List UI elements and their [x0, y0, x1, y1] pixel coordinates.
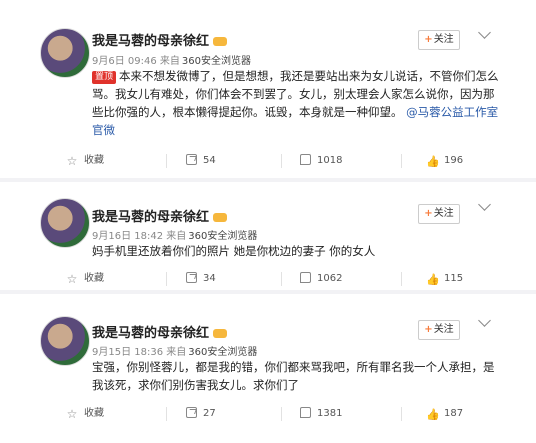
comment-icon [300, 154, 311, 165]
divider [401, 272, 402, 286]
follow-label: 关注 [433, 34, 454, 45]
post-content: 宝强，你别怪蓉儿，都是我的错，你们都来骂我吧，所有罪名我一个人承担，是我该死，求… [92, 358, 502, 394]
author-name-text[interactable]: 我是马蓉的母亲徐红 [92, 326, 209, 341]
forward-count: 34 [203, 273, 216, 284]
vip-badge-icon [213, 213, 228, 222]
thumbs-up-icon: 👍 [426, 408, 440, 421]
chevron-down-icon[interactable] [478, 198, 491, 211]
divider [166, 154, 167, 168]
action-bar: ☆ 收藏 34 1062 👍 115 [36, 269, 516, 289]
action-bar: ☆ 收藏 54 1018 👍 196 [36, 151, 516, 171]
forward-button[interactable]: 27 [186, 404, 216, 424]
post-content: 妈手机里还放着你们的照片 她是你枕边的妻子 你的女人 [92, 242, 502, 260]
post-time[interactable]: 9月15日 18:36 [92, 347, 163, 358]
divider [281, 154, 282, 168]
like-count: 187 [444, 408, 464, 419]
forward-icon [186, 407, 197, 418]
favorite-button[interactable]: ☆ 收藏 [66, 269, 104, 289]
chevron-down-icon[interactable] [478, 26, 491, 39]
author-name-text[interactable]: 我是马蓉的母亲徐红 [92, 34, 209, 49]
author-name[interactable]: 我是马蓉的母亲徐红 [92, 30, 228, 49]
forward-count: 54 [203, 155, 216, 166]
forward-icon [186, 272, 197, 283]
divider [401, 407, 402, 421]
plus-icon: + [424, 324, 433, 335]
favorite-button[interactable]: ☆ 收藏 [66, 404, 104, 424]
author-name[interactable]: 我是马蓉的母亲徐红 [92, 206, 228, 225]
like-button[interactable]: 👍 196 [426, 151, 463, 171]
thumbs-up-icon: 👍 [426, 155, 440, 168]
comment-icon [300, 272, 311, 283]
follow-label: 关注 [433, 208, 454, 219]
comment-count: 1381 [317, 408, 343, 419]
favorite-label: 收藏 [84, 408, 104, 419]
star-icon: ☆ [66, 407, 78, 421]
like-button[interactable]: 👍 187 [426, 404, 463, 424]
avatar[interactable] [40, 28, 90, 78]
post-meta: 9月16日 18:42 来自 360安全浏览器 [92, 227, 257, 242]
post-text: 妈手机里还放着你们的照片 她是你枕边的妻子 你的女人 [92, 244, 376, 258]
like-button[interactable]: 👍 115 [426, 269, 463, 289]
comment-icon [300, 407, 311, 418]
weibo-post-2: 我是马蓉的母亲徐红 9月16日 18:42 来自 360安全浏览器 +关注 妈手机… [0, 182, 536, 290]
forward-count: 27 [203, 408, 216, 419]
comment-count: 1018 [317, 155, 343, 166]
via-label: 来自 [166, 231, 187, 242]
favorite-label: 收藏 [84, 273, 104, 284]
thumbs-up-icon: 👍 [426, 273, 440, 286]
follow-button[interactable]: +关注 [418, 30, 460, 50]
vip-badge-icon [213, 37, 228, 46]
forward-icon [186, 154, 197, 165]
post-source[interactable]: 360安全浏览器 [182, 56, 251, 67]
weibo-post-3: 我是马蓉的母亲徐红 9月15日 18:36 来自 360安全浏览器 +关注 宝强，… [0, 294, 536, 434]
divider [166, 272, 167, 286]
via-label: 来自 [159, 56, 180, 67]
post-content: 置顶 本来不想发微博了，但是想想，我还是要站出来为女儿说话，不管你们怎么骂。我女儿… [92, 67, 502, 139]
plus-icon: + [424, 208, 433, 219]
forward-button[interactable]: 54 [186, 151, 216, 171]
comment-button[interactable]: 1062 [300, 269, 342, 289]
vip-badge-icon [213, 329, 228, 338]
favorite-label: 收藏 [84, 155, 104, 166]
comment-button[interactable]: 1381 [300, 404, 342, 424]
divider [166, 407, 167, 421]
plus-icon: + [424, 34, 433, 45]
comment-count: 1062 [317, 273, 343, 284]
author-name-text[interactable]: 我是马蓉的母亲徐红 [92, 210, 209, 225]
post-text: 宝强，你别怪蓉儿，都是我的错，你们都来骂我吧，所有罪名我一个人承担，是我该死，求… [92, 360, 495, 392]
avatar[interactable] [40, 316, 90, 366]
star-icon: ☆ [66, 272, 78, 286]
post-source[interactable]: 360安全浏览器 [188, 231, 257, 242]
avatar[interactable] [40, 198, 90, 248]
post-time[interactable]: 9月16日 18:42 [92, 231, 163, 242]
author-name[interactable]: 我是马蓉的母亲徐红 [92, 322, 228, 341]
favorite-button[interactable]: ☆ 收藏 [66, 151, 104, 171]
pinned-badge: 置顶 [92, 71, 117, 84]
comment-button[interactable]: 1018 [300, 151, 342, 171]
post-meta: 9月6日 09:46 来自 360安全浏览器 [92, 52, 251, 67]
follow-button[interactable]: +关注 [418, 204, 460, 224]
follow-label: 关注 [433, 324, 454, 335]
follow-button[interactable]: +关注 [418, 320, 460, 340]
post-meta: 9月15日 18:36 来自 360安全浏览器 [92, 343, 257, 358]
post-time[interactable]: 9月6日 09:46 [92, 56, 157, 67]
divider [281, 272, 282, 286]
action-bar: ☆ 收藏 27 1381 👍 187 [36, 404, 516, 424]
like-count: 115 [444, 273, 464, 284]
forward-button[interactable]: 34 [186, 269, 216, 289]
post-source[interactable]: 360安全浏览器 [188, 347, 257, 358]
like-count: 196 [444, 155, 464, 166]
via-label: 来自 [166, 347, 187, 358]
divider [281, 407, 282, 421]
star-icon: ☆ [66, 154, 78, 168]
chevron-down-icon[interactable] [478, 314, 491, 327]
weibo-post-1: 我是马蓉的母亲徐红 9月6日 09:46 来自 360安全浏览器 +关注 置顶 本来… [0, 0, 536, 178]
divider [401, 154, 402, 168]
